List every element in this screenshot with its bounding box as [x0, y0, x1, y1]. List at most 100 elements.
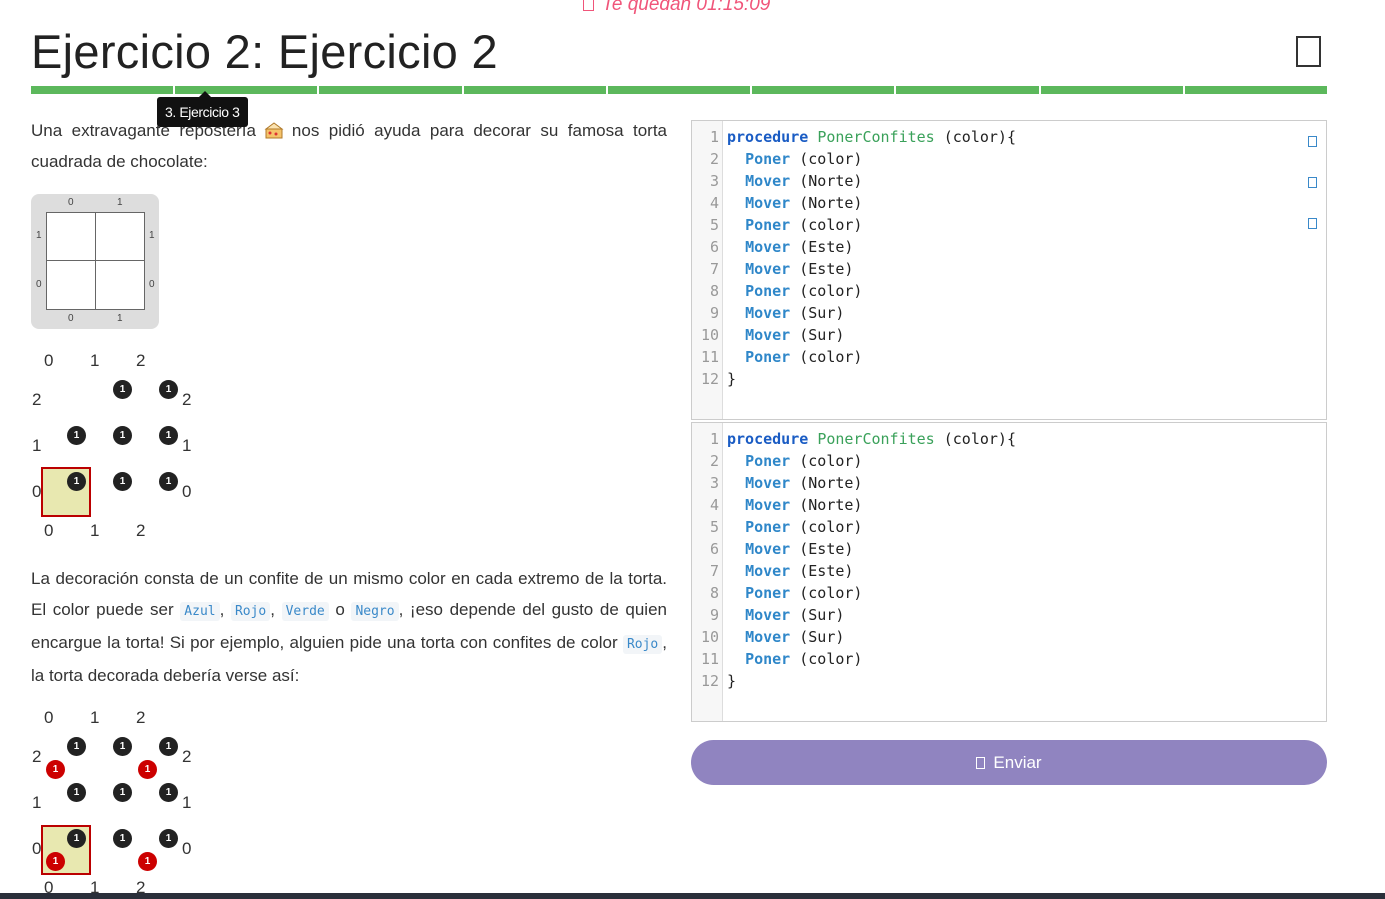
- command: Poner: [745, 348, 791, 366]
- line-number: 6: [709, 238, 719, 256]
- code-text: Poner (color): [727, 648, 862, 670]
- cake-icon: [264, 122, 284, 139]
- code-text: Mover (Este): [727, 560, 853, 582]
- code-rest: (color): [790, 584, 863, 602]
- line-number: 2: [709, 452, 719, 470]
- code-line[interactable]: 7 Mover (Este): [692, 560, 1292, 582]
- col-label: 2: [136, 351, 146, 370]
- black-ball: 1: [67, 783, 86, 802]
- code-editor-solution[interactable]: 1 procedure PonerConfites (color){2 Poner…: [691, 120, 1327, 420]
- code-line[interactable]: 8 Poner (color): [692, 280, 1292, 302]
- time-remaining-text: Te quedan 01:15:09: [602, 0, 771, 15]
- code-line[interactable]: 3 Mover (Norte): [692, 472, 1292, 494]
- code-line[interactable]: 11 Poner (color): [692, 346, 1292, 368]
- code-text: }: [727, 368, 736, 390]
- row-label: 1: [32, 436, 42, 455]
- progress-segment-3[interactable]: [319, 86, 462, 94]
- progress-segment-4[interactable]: [463, 86, 606, 94]
- row-label: 2: [182, 390, 192, 409]
- code-line[interactable]: 1 procedure PonerConfites (color){: [692, 428, 1292, 450]
- line-number: 3: [709, 172, 719, 190]
- line-number: 10: [700, 326, 719, 344]
- code-text: Poner (color): [727, 214, 862, 236]
- code-line[interactable]: 2 Poner (color): [692, 148, 1292, 170]
- code-line[interactable]: 12}: [692, 368, 1292, 390]
- command: Mover: [745, 172, 791, 190]
- code-line[interactable]: 5 Poner (color): [692, 516, 1292, 538]
- code-line[interactable]: 9 Mover (Sur): [692, 604, 1292, 626]
- code-text: Mover (Este): [727, 258, 853, 280]
- page-title: Ejercicio 2: Ejercicio 2: [31, 25, 498, 78]
- line-number: 12: [700, 370, 719, 388]
- code-line[interactable]: 1 procedure PonerConfites (color){: [692, 126, 1292, 148]
- code-line[interactable]: 3 Mover (Norte): [692, 170, 1292, 192]
- code-line[interactable]: 6 Mover (Este): [692, 236, 1292, 258]
- line-number: 5: [709, 216, 719, 234]
- mini-col-label: 0: [68, 313, 74, 324]
- progress-segment-8[interactable]: [1040, 86, 1183, 94]
- code-text: Poner (color): [727, 582, 862, 604]
- code-line[interactable]: 6 Mover (Este): [692, 538, 1292, 560]
- col-label: 1: [90, 708, 100, 727]
- progress-segment-1[interactable]: [31, 86, 174, 94]
- code-line[interactable]: 11 Poner (color): [692, 648, 1292, 670]
- code-text: Mover (Este): [727, 236, 853, 258]
- command: Mover: [745, 540, 791, 558]
- progress-segment-5[interactable]: [607, 86, 751, 94]
- black-ball: 1: [113, 737, 132, 756]
- fullscreen-icon[interactable]: [1308, 177, 1317, 188]
- col-label: 1: [90, 351, 100, 370]
- code-line[interactable]: 9 Mover (Sur): [692, 302, 1292, 324]
- col-label: 0: [44, 878, 54, 893]
- reset-icon[interactable]: [1308, 136, 1317, 147]
- code-rest: }: [727, 672, 737, 690]
- keyword: procedure: [727, 128, 809, 146]
- red-ball: 1: [138, 760, 157, 779]
- line-number: 1: [709, 430, 719, 448]
- statement-intro: Una extravagante repostería nos pidió ayu…: [31, 115, 667, 177]
- code-text: Mover (Sur): [727, 604, 844, 626]
- conjunction-o: o: [335, 600, 345, 619]
- code-text: Mover (Sur): [727, 626, 844, 648]
- black-ball: 1: [67, 737, 86, 756]
- progress-segment-6[interactable]: [752, 86, 895, 94]
- code-line[interactable]: 4 Mover (Norte): [692, 494, 1292, 516]
- progress-segment-2[interactable]: [175, 86, 318, 94]
- progress-segment-9[interactable]: [1184, 86, 1327, 94]
- send-button[interactable]: Enviar: [691, 740, 1327, 785]
- code-editor-preview[interactable]: 1 procedure PonerConfites (color){2 Poner…: [691, 422, 1327, 722]
- code-rest: (color){: [934, 128, 1016, 146]
- code-text: Mover (Norte): [727, 192, 862, 214]
- black-ball: 1: [159, 829, 178, 848]
- row-label: 1: [32, 793, 42, 812]
- code-line[interactable]: 7 Mover (Este): [692, 258, 1292, 280]
- code-line[interactable]: 10 Mover (Sur): [692, 324, 1292, 346]
- expand-icon[interactable]: [1296, 36, 1321, 67]
- code-line[interactable]: 2 Poner (color): [692, 450, 1292, 472]
- black-ball: 1: [67, 426, 86, 445]
- line-number: 5: [709, 518, 719, 536]
- black-ball: 1: [113, 472, 132, 491]
- black-ball: 1: [159, 737, 178, 756]
- progress-segment-7[interactable]: [896, 86, 1039, 94]
- paper-plane-icon: [976, 757, 986, 769]
- mini-row-label: 1: [36, 230, 42, 241]
- command: Poner: [745, 518, 791, 536]
- code-line[interactable]: 8 Poner (color): [692, 582, 1292, 604]
- code-line[interactable]: 10 Mover (Sur): [692, 626, 1292, 648]
- code-rest: (color): [790, 650, 863, 668]
- red-ball: 1: [138, 852, 157, 871]
- code-rest: (Este): [790, 238, 854, 256]
- code-line[interactable]: 5 Poner (color): [692, 214, 1292, 236]
- command: Mover: [745, 606, 791, 624]
- line-number: 7: [709, 562, 719, 580]
- code-text: Poner (color): [727, 450, 862, 472]
- help-icon[interactable]: [1308, 218, 1317, 229]
- col-label: 2: [136, 878, 146, 893]
- black-ball: 1: [113, 783, 132, 802]
- line-number: 4: [709, 194, 719, 212]
- code-line[interactable]: 4 Mover (Norte): [692, 192, 1292, 214]
- code-line[interactable]: 12}: [692, 670, 1292, 692]
- bottom-bar: [0, 893, 1385, 899]
- col-label: 2: [136, 708, 146, 727]
